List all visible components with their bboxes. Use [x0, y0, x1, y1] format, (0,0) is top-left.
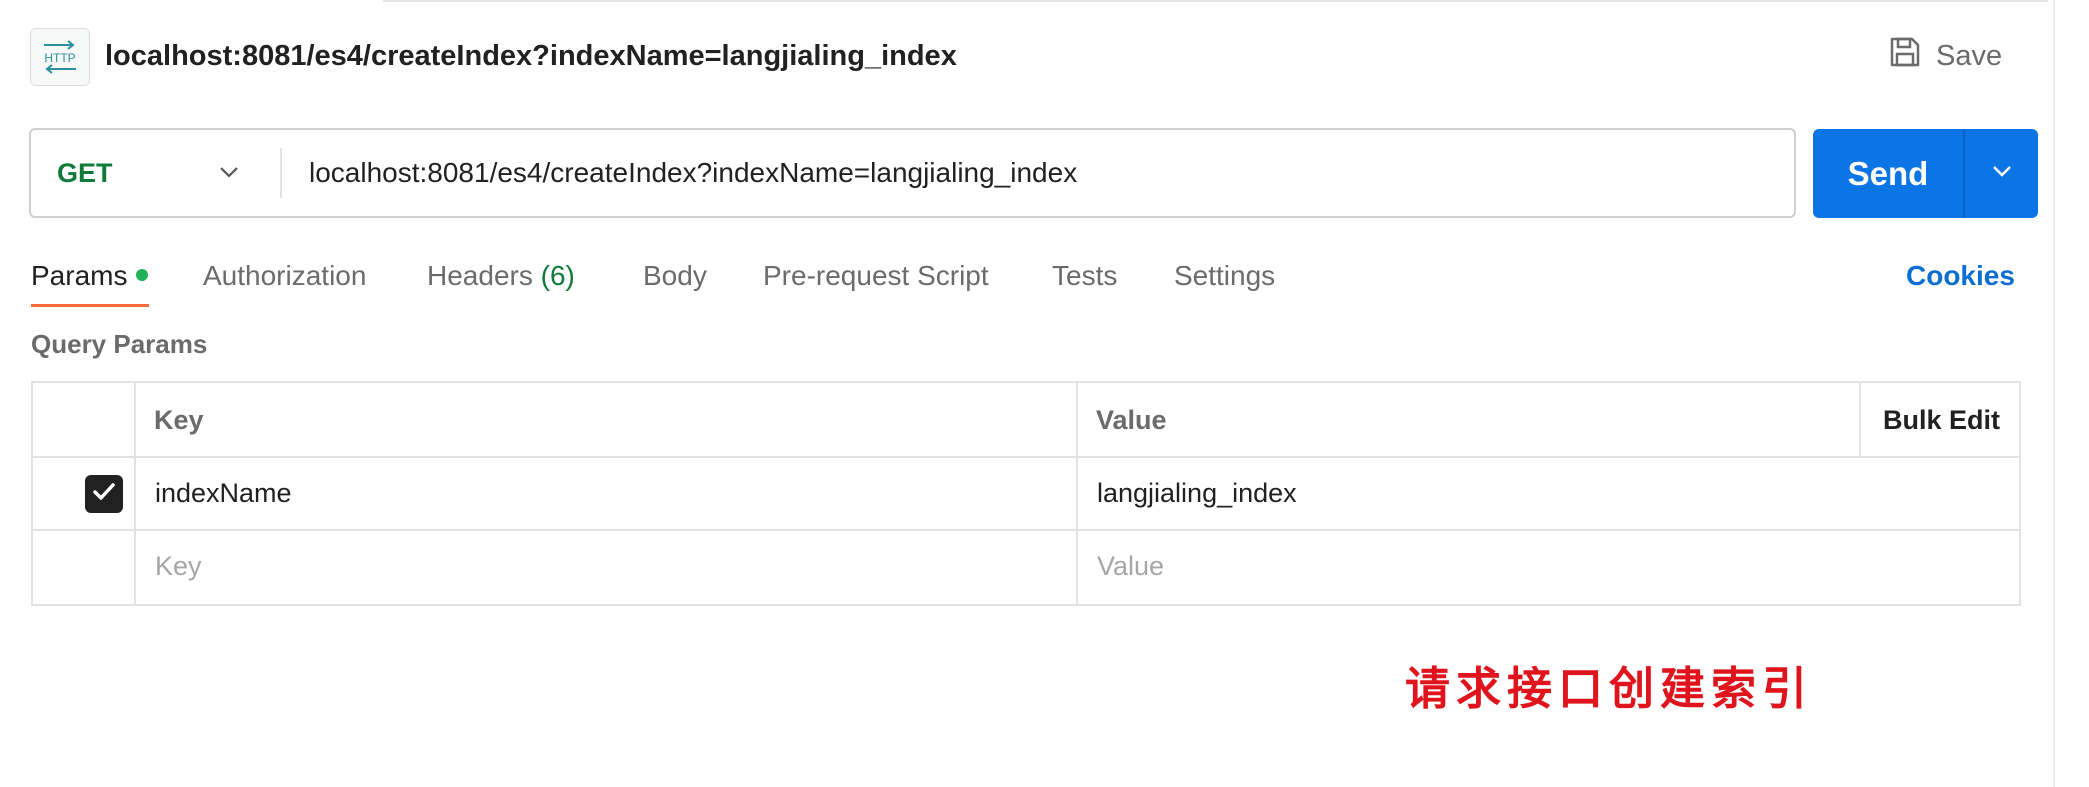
tab-label: Tests — [1052, 260, 1118, 291]
checkmark-icon — [91, 479, 117, 510]
tab-label: Settings — [1174, 260, 1276, 291]
new-param-value-input[interactable]: Value — [1097, 551, 1164, 582]
query-params-title: Query Params — [31, 329, 208, 359]
top-divider — [383, 0, 2048, 2]
active-tab-underline — [31, 304, 149, 307]
value-column-header: Value — [1096, 405, 1167, 435]
headers-count: (6) — [540, 260, 575, 291]
tab-label: Params — [31, 260, 128, 291]
send-options-button[interactable] — [1965, 129, 2038, 218]
tab-label: Authorization — [203, 260, 367, 291]
tab-settings[interactable]: Settings — [1174, 256, 1275, 296]
right-divider — [2053, 0, 2055, 787]
send-button-group: Send — [1813, 129, 2038, 218]
save-button[interactable]: Save — [1888, 34, 2002, 78]
cookies-link[interactable]: Cookies — [1906, 256, 2015, 296]
column-divider — [1076, 383, 1078, 604]
chevron-down-icon — [1991, 160, 2013, 187]
url-input[interactable]: localhost:8081/es4/createIndex?indexName… — [309, 130, 1077, 216]
url-bar: GET localhost:8081/es4/createIndex?index… — [29, 128, 1796, 218]
query-params-table: Key Value Bulk Edit indexName langjialin… — [31, 381, 2021, 606]
tab-params[interactable]: Params — [31, 256, 149, 296]
column-divider — [1859, 383, 1861, 456]
column-divider — [134, 383, 136, 604]
tab-body[interactable]: Body — [643, 256, 707, 296]
save-label: Save — [1936, 39, 2003, 72]
method-label: GET — [57, 157, 113, 188]
tab-tests[interactable]: Tests — [1052, 256, 1117, 296]
tab-authorization[interactable]: Authorization — [203, 256, 366, 296]
chevron-down-icon[interactable] — [218, 161, 240, 188]
tab-label: Headers — [427, 260, 533, 291]
http-icon: HTTP — [30, 28, 90, 86]
request-title: localhost:8081/es4/createIndex?indexName… — [105, 40, 957, 72]
bulk-edit-button[interactable]: Bulk Edit — [1883, 405, 2000, 436]
tab-label: Pre-request Script — [763, 260, 989, 291]
annotation-text: 请求接口创建索引 — [1405, 662, 1814, 715]
send-button[interactable]: Send — [1813, 129, 1963, 218]
param-enabled-checkbox[interactable] — [85, 475, 123, 513]
save-icon — [1888, 35, 1922, 77]
tab-label: Body — [643, 260, 707, 291]
url-separator — [280, 148, 282, 198]
method-select[interactable]: GET — [57, 130, 277, 216]
key-column-header: Key — [154, 405, 204, 435]
param-key-input[interactable]: indexName — [155, 478, 292, 509]
tab-pre-request-script[interactable]: Pre-request Script — [763, 256, 989, 296]
params-active-dot — [136, 268, 149, 281]
svg-text:HTTP: HTTP — [44, 51, 75, 65]
param-value-input[interactable]: langjialing_index — [1097, 478, 1297, 509]
new-param-key-input[interactable]: Key — [155, 551, 202, 582]
row-divider — [33, 456, 2019, 458]
tab-headers[interactable]: Headers (6) — [427, 256, 575, 296]
row-divider — [33, 529, 2019, 531]
